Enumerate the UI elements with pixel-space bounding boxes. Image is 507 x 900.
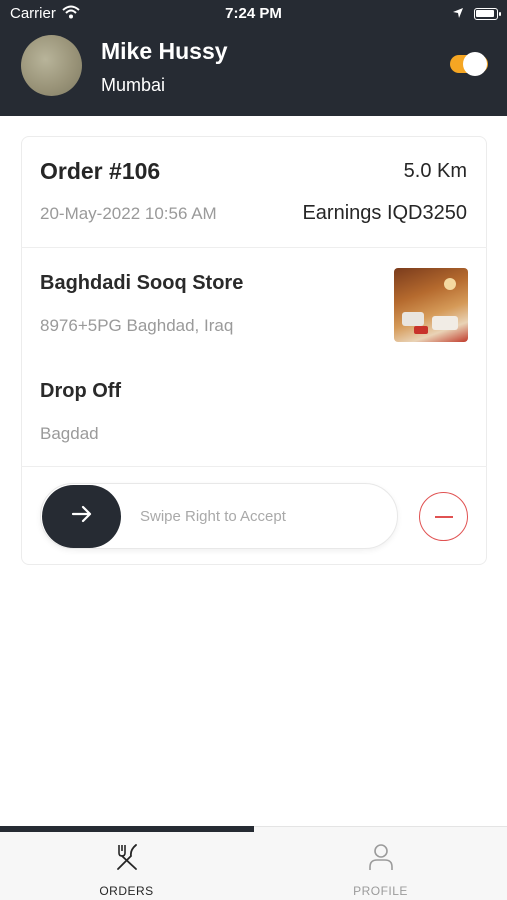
online-toggle-knob[interactable] (463, 52, 487, 76)
location-arrow-icon (452, 6, 464, 23)
order-distance: 5.0 Km (403, 160, 467, 182)
tab-orders[interactable]: ORDERS (0, 832, 253, 900)
fork-knife-icon (112, 842, 142, 872)
dropoff-label: Drop Off (40, 380, 122, 402)
swipe-handle[interactable] (42, 485, 121, 548)
arrow-right-icon (71, 505, 93, 528)
avatar[interactable] (21, 35, 82, 96)
user-city: Mumbai (101, 75, 166, 95)
user-name: Mike Hussy (101, 38, 228, 64)
battery-tip (499, 12, 501, 16)
person-icon (366, 842, 396, 872)
status-time: 7:24 PM (225, 5, 282, 22)
order-number: Order #106 (40, 158, 161, 184)
store-address: 8976+5PG Baghdad, Iraq (40, 316, 234, 335)
battery-icon (474, 8, 498, 20)
reject-order-button[interactable] (419, 492, 468, 541)
tab-profile[interactable]: PROFILE (254, 832, 507, 900)
order-earnings: Earnings IQD3250 (302, 202, 467, 224)
store-image (394, 268, 468, 342)
tab-profile-label: PROFILE (353, 884, 408, 898)
swipe-label: Swipe Right to Accept (140, 508, 286, 525)
card-divider (21, 247, 487, 248)
status-bar: Carrier 7:24 PM (0, 0, 507, 28)
card-divider (21, 466, 487, 467)
tab-orders-label: ORDERS (99, 884, 154, 898)
dropoff-address: Bagdad (40, 424, 99, 443)
order-date: 20-May-2022 10:56 AM (40, 204, 217, 223)
minus-circle-icon (434, 515, 453, 518)
store-name: Baghdadi Sooq Store (40, 272, 244, 294)
